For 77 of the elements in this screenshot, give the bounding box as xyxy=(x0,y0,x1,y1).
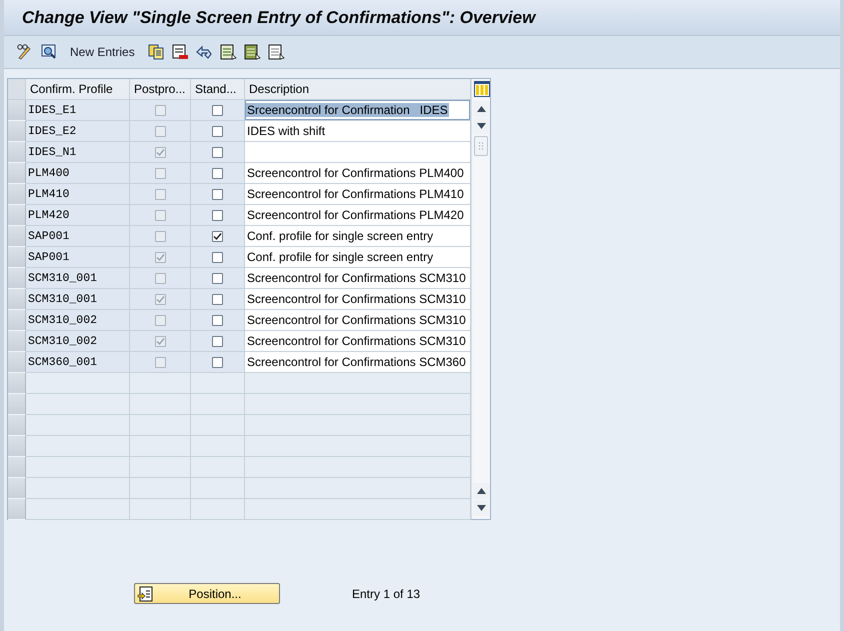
description-field[interactable]: Screencontrol for Confirmations SCM310 xyxy=(245,268,471,289)
table-cell xyxy=(130,499,191,520)
new-entries-button[interactable]: New Entries xyxy=(64,41,141,63)
description-field[interactable]: Screencontrol for Confirmations SCM310 xyxy=(245,331,471,352)
scroll-thumb[interactable] xyxy=(474,136,488,156)
table-cell xyxy=(191,457,245,478)
checkbox[interactable] xyxy=(212,188,223,200)
magnifier-screen-icon[interactable] xyxy=(40,43,58,61)
entry-counter: Entry 1 of 13 xyxy=(352,586,420,600)
checkbox[interactable] xyxy=(212,230,223,242)
description-field[interactable]: Screencontrol for Confirmations SCM360 xyxy=(245,352,471,373)
table-cell: IDES_E1 xyxy=(26,100,130,121)
table-cell: SCM310_002 xyxy=(26,331,130,352)
column-header[interactable]: Postpro... xyxy=(130,79,191,100)
column-header[interactable]: Confirm. Profile xyxy=(26,79,130,100)
table-cell: IDES_E2 xyxy=(26,121,130,142)
undo-arrow-icon[interactable] xyxy=(194,43,213,61)
table-cell xyxy=(130,436,191,457)
select-all-icon[interactable] xyxy=(218,43,237,61)
table-cell xyxy=(191,436,245,457)
select-block-icon[interactable] xyxy=(242,43,261,61)
checkbox[interactable] xyxy=(212,336,223,346)
checkbox[interactable] xyxy=(212,314,223,326)
table-cell: PLM410 xyxy=(26,184,130,205)
description-field[interactable]: Conf. profile for single screen entry xyxy=(245,247,471,268)
description-field[interactable]: Screencontrol for Confirmations PLM400 xyxy=(245,163,471,184)
table-cell xyxy=(130,478,191,499)
table-cell: SCM310_001 xyxy=(26,268,130,289)
copy-icon[interactable] xyxy=(146,43,165,61)
description-field[interactable]: Screencontrol for Confirmations SCM310 xyxy=(245,310,471,331)
table-cell: PLM420 xyxy=(26,205,130,226)
page-down-button[interactable] xyxy=(473,500,489,516)
table-cell xyxy=(191,394,245,415)
deselect-all-icon[interactable] xyxy=(266,43,285,61)
column-settings-icon[interactable] xyxy=(474,81,490,97)
checkbox[interactable] xyxy=(212,356,223,368)
table-cell: IDES_N1 xyxy=(26,142,130,163)
description-field[interactable]: Srceencontrol for Confirmation IDES xyxy=(245,100,471,121)
up-arrow-icon xyxy=(476,106,486,112)
position-button[interactable]: Position... xyxy=(134,583,280,604)
delete-row-icon[interactable] xyxy=(170,43,189,61)
position-icon xyxy=(137,586,153,602)
table-cell xyxy=(191,478,245,499)
up-arrow-icon xyxy=(476,488,486,494)
description-field[interactable]: Conf. profile for single screen entry xyxy=(245,226,471,247)
table-cell: SCM360_001 xyxy=(26,352,130,373)
checkbox[interactable] xyxy=(212,104,223,116)
description-field[interactable]: Screencontrol for Confirmations PLM410 xyxy=(245,184,471,205)
column-header[interactable]: Description xyxy=(245,79,471,100)
table-cell: SCM310_002 xyxy=(26,310,130,331)
description-field[interactable] xyxy=(245,142,471,163)
down-arrow-icon xyxy=(476,123,486,129)
description-field[interactable]: Screencontrol for Confirmations SCM310 xyxy=(245,289,471,310)
checkbox[interactable] xyxy=(212,210,223,220)
column-header[interactable]: Stand... xyxy=(191,79,245,100)
table-cell: PLM400 xyxy=(26,163,130,184)
page-up-button[interactable] xyxy=(473,483,489,499)
checkbox[interactable] xyxy=(212,146,223,158)
table-cell: SAP001 xyxy=(26,226,130,247)
checkbox[interactable] xyxy=(212,252,223,262)
scroll-up-button[interactable] xyxy=(473,101,489,117)
checkbox[interactable] xyxy=(212,272,223,284)
table-cell xyxy=(191,415,245,436)
scroll-down-button[interactable] xyxy=(473,118,489,134)
table-cell xyxy=(191,499,245,520)
table-cell xyxy=(130,415,191,436)
table-cell xyxy=(130,394,191,415)
checkbox[interactable] xyxy=(212,294,223,304)
table-cell: SCM310_001 xyxy=(26,289,130,310)
table-cell: SAP001 xyxy=(26,247,130,268)
table-cell xyxy=(130,457,191,478)
window-title: Change View "Single Screen Entry of Confirmations": Overview xyxy=(22,8,536,28)
description-field[interactable]: Screencontrol for Confirmations PLM420 xyxy=(245,205,471,226)
checkbox[interactable] xyxy=(212,126,223,136)
down-arrow-icon xyxy=(476,505,486,511)
checkbox[interactable] xyxy=(212,168,223,178)
description-field[interactable]: IDES with shift xyxy=(245,121,471,142)
